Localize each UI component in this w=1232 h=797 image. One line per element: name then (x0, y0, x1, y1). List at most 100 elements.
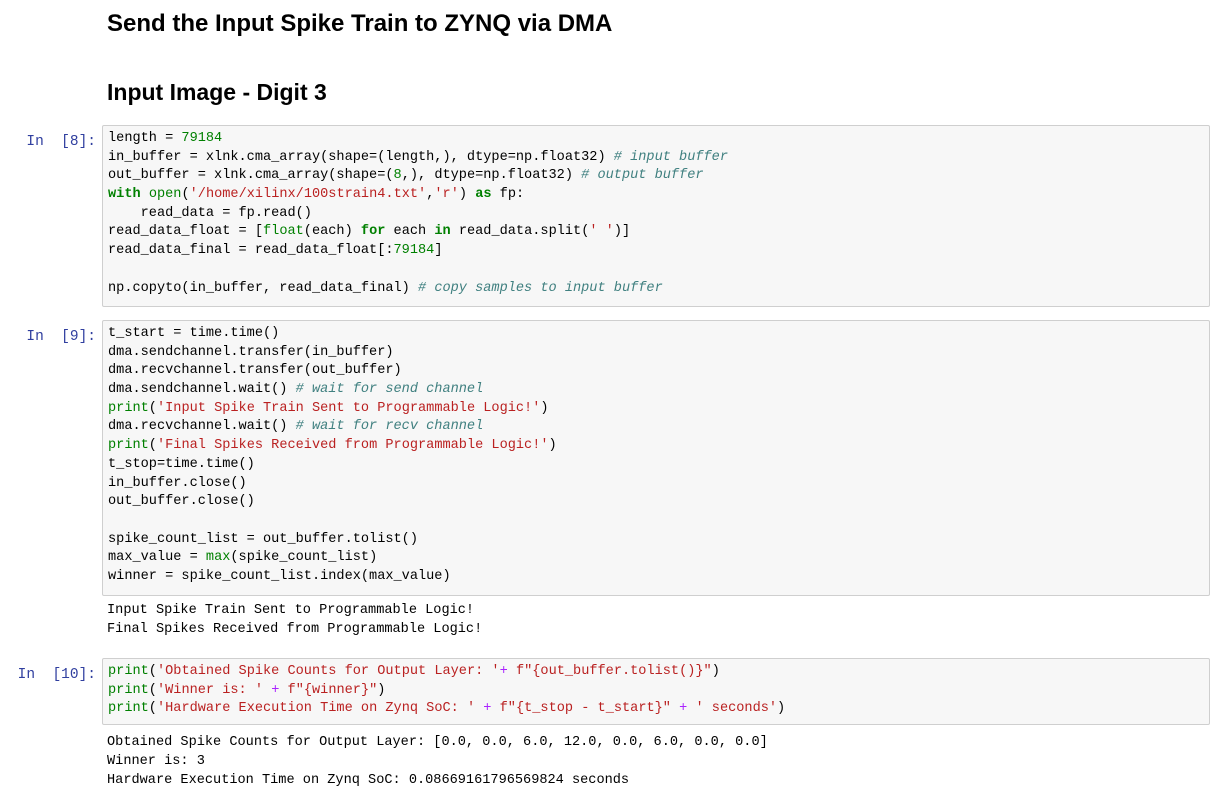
code-line: print('Input Spike Train Sent to Program… (108, 400, 1209, 419)
code-token: 'Obtained Spike Counts for Output Layer:… (156, 664, 500, 679)
code-token: ' ' (589, 224, 614, 240)
markdown-heading-1: Send the Input Spike Train to ZYNQ via D… (107, 10, 613, 37)
code-token: read_data = fp.read() (108, 205, 312, 221)
cell-10-input[interactable]: print('Obtained Spike Counts for Output … (102, 658, 1210, 725)
code-token: f"{t_stop - t_start}" (499, 701, 671, 717)
code-token: with (108, 187, 141, 203)
code-token: read_data_final = read_data_float[: (108, 243, 394, 259)
code-line: dma.recvchannel.wait() # wait for recv c… (108, 418, 1209, 437)
cell-8-code[interactable]: length = 79184 in_buffer = xlnk.cma_array… (103, 126, 1209, 298)
code-token: '/home/xilinx/100strain4.txt' (189, 187, 427, 203)
code-token: ( (181, 187, 190, 203)
code-token: f"{out_buffer.tolist()}" (515, 664, 712, 679)
output-line: Winner is: 3 (107, 754, 205, 769)
code-token: ,), dtype=np.float32) (401, 168, 582, 184)
code-token: print (108, 682, 149, 698)
code-token: in (434, 224, 451, 240)
code-line: max_value = max(spike_count_list) (108, 549, 1209, 568)
code-line: out_buffer = xlnk.cma_array(shape=(8,), … (108, 167, 1209, 186)
code-token: # input buffer (613, 149, 728, 165)
code-token: 79184 (181, 131, 223, 146)
output-line: Input Spike Train Sent to Programmable L… (107, 603, 475, 618)
code-token: print (108, 400, 149, 416)
code-token: (each) (303, 224, 361, 240)
code-token: ( (148, 682, 157, 698)
code-token: # wait for send channel (295, 382, 484, 398)
code-token: ( (148, 664, 157, 679)
cell-8-input[interactable]: length = 79184 in_buffer = xlnk.cma_array… (102, 125, 1210, 307)
code-token: # wait for recv channel (295, 419, 484, 435)
code-line: in_buffer = xlnk.cma_array(shape=(length… (108, 149, 1209, 168)
code-line: print('Final Spikes Received from Progra… (108, 437, 1209, 456)
output-line: Final Spikes Received from Programmable … (107, 622, 483, 637)
code-line: out_buffer.close() (108, 493, 1209, 512)
code-line: print('Winner is: ' + f"{winner}") (108, 682, 1209, 701)
code-token: spike_count_list = out_buffer.tolist() (108, 531, 418, 547)
code-token: ' seconds' (695, 701, 778, 717)
code-token: ) (777, 701, 786, 717)
code-token: (spike_count_list) (230, 550, 378, 566)
code-token: open (148, 187, 182, 203)
code-token: in_buffer = xlnk.cma_array(shape=(length… (108, 149, 614, 165)
code-token: )] (613, 224, 631, 240)
code-token: + (499, 664, 508, 679)
code-token: ] (434, 243, 443, 259)
output-line: Obtained Spike Counts for Output Layer: … (107, 735, 768, 750)
code-line: read_data_float = [float(each) for each … (108, 223, 1209, 242)
cell-9-input[interactable]: t_start = time.time() dma.sendchannel.tra… (102, 320, 1210, 596)
code-token: ) (377, 682, 386, 698)
code-token: np.copyto(in_buffer, read_data_final) (108, 280, 418, 296)
code-token: out_buffer = xlnk.cma_array(shape=( (108, 168, 394, 184)
code-token: f"{winner}" (287, 682, 378, 698)
code-line: dma.recvchannel.transfer(out_buffer) (108, 362, 1209, 381)
code-token: 'Hardware Execution Time on Zynq SoC: ' (156, 701, 476, 717)
code-token: each (385, 224, 435, 240)
code-line: winner = spike_count_list.index(max_valu… (108, 568, 1209, 587)
code-token: ) (458, 187, 476, 203)
cell-9-prompt: In [9]: (26, 329, 96, 345)
code-line: np.copyto(in_buffer, read_data_final) # … (108, 280, 1209, 299)
code-token: for (360, 224, 386, 240)
code-token: winner = spike_count_list.index(max_valu… (108, 568, 451, 584)
code-token: ) (548, 438, 557, 454)
code-token: dma.sendchannel.wait() (108, 382, 296, 398)
code-token: # copy samples to input buffer (418, 280, 663, 296)
code-token: float (263, 224, 304, 240)
code-line: spike_count_list = out_buffer.tolist() (108, 531, 1209, 550)
code-token: length = (108, 131, 182, 146)
code-token: out_buffer.close() (108, 494, 255, 510)
code-token: dma.recvchannel.transfer(out_buffer) (108, 363, 402, 379)
code-token: max_value = (108, 550, 206, 566)
code-token: dma.sendchannel.transfer(in_buffer) (108, 344, 394, 360)
code-token: # output buffer (581, 168, 704, 184)
markdown-heading-2: Input Image - Digit 3 (107, 79, 327, 105)
code-token: 8 (393, 168, 402, 184)
code-line: in_buffer.close() (108, 475, 1209, 494)
code-line: with open('/home/xilinx/100strain4.txt',… (108, 186, 1209, 205)
code-token: ( (148, 438, 157, 454)
code-line: t_start = time.time() (108, 325, 1209, 344)
code-line: length = 79184 (108, 130, 1209, 149)
code-line: read_data = fp.read() (108, 205, 1209, 224)
code-token: t_stop=time.time() (108, 456, 255, 472)
cell-10-output: Obtained Spike Counts for Output Layer: … (107, 733, 768, 790)
code-token: in_buffer.close() (108, 475, 247, 491)
code-line: dma.sendchannel.wait() # wait for send c… (108, 381, 1209, 400)
code-token: 'r' (434, 187, 459, 203)
code-token: max (205, 550, 231, 566)
code-token: t_start = time.time() (108, 326, 280, 341)
cell-9-code[interactable]: t_start = time.time() dma.sendchannel.tra… (103, 321, 1209, 587)
code-token: fp: (491, 187, 525, 203)
cell-8-prompt: In [8]: (26, 134, 96, 150)
code-token: ( (148, 701, 157, 717)
code-token: print (108, 701, 149, 717)
cell-10-code[interactable]: print('Obtained Spike Counts for Output … (103, 659, 1209, 719)
output-line: Hardware Execution Time on Zynq SoC: 0.0… (107, 773, 630, 788)
code-line: print('Obtained Spike Counts for Output … (108, 663, 1209, 682)
